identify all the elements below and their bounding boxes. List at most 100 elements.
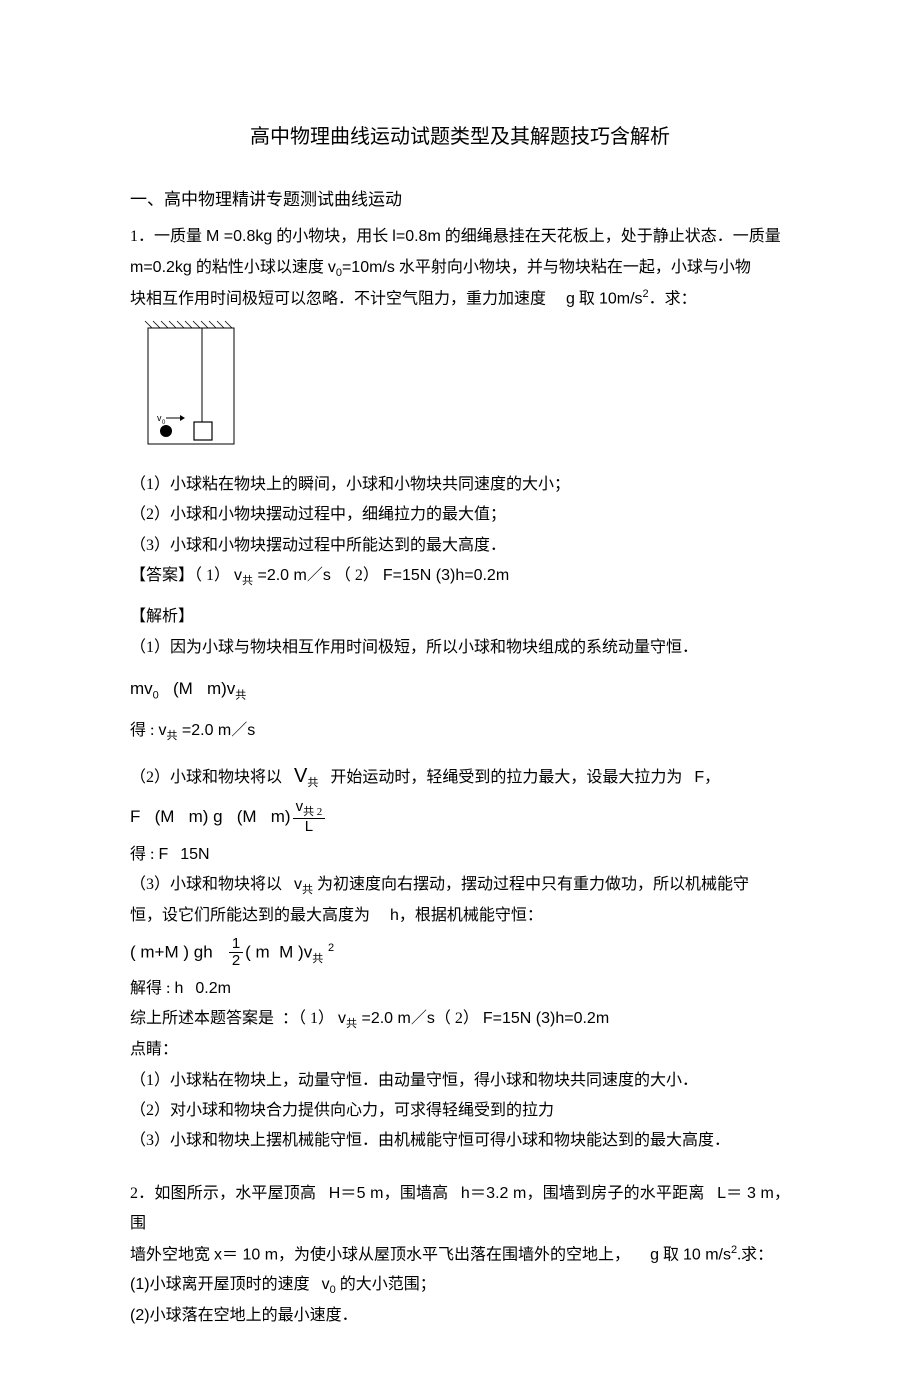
text: 小球离开屋顶时的速度 bbox=[150, 1276, 310, 1293]
result-1: 得 : v共 =2.0 m／s bbox=[130, 716, 790, 747]
hint-2: （2）对小球和物块合力提供向心力，可求得轻绳受到的拉力 bbox=[130, 1096, 790, 1126]
q1-stem-line3: 块相互作用时间极短可以忽略．不计空气阻力，重力加速度 g 取 10m/s2．求： bbox=[130, 284, 790, 315]
den: 2 bbox=[229, 953, 243, 970]
sub: 共 bbox=[302, 884, 313, 896]
var: F bbox=[158, 846, 168, 863]
formula-tension: F (M m) g (M m)v共 2L bbox=[130, 799, 790, 836]
num: (1) bbox=[130, 1276, 150, 1293]
text: ，围墙到房子的水平距离 bbox=[526, 1185, 704, 1202]
val: =2.0 m／s bbox=[357, 1010, 435, 1027]
result-2: 得 : F 15N bbox=[130, 840, 790, 870]
text: 2．如图所示，水平屋顶高 bbox=[130, 1185, 316, 1202]
sub: 0 bbox=[153, 689, 159, 701]
term: mv bbox=[130, 679, 153, 698]
val-H: H＝5 m bbox=[329, 1185, 384, 1202]
var: v bbox=[338, 1010, 346, 1027]
section-heading: 一、高中物理精讲专题测试曲线运动 bbox=[130, 184, 790, 216]
text: 得 : bbox=[130, 846, 158, 863]
text: 综上所述本题答案是 bbox=[130, 1010, 274, 1027]
term: m)v bbox=[207, 679, 235, 698]
formula-energy: ( m+M ) gh 12( m M )v共 2 bbox=[130, 936, 790, 970]
val: =2.0 m／s bbox=[177, 722, 255, 739]
var-g: g bbox=[650, 1246, 659, 1263]
text: 为初速度向右摆动，摆动过程中只有重力做功，所以机械能守 bbox=[313, 876, 749, 893]
term: m) bbox=[271, 807, 291, 826]
q2-line1: 2．如图所示，水平屋顶高 H＝5 m，围墙高 h＝3.2 m，围墙到房子的水平距… bbox=[130, 1179, 790, 1240]
term: ( m bbox=[245, 942, 270, 961]
term: (M bbox=[173, 679, 193, 698]
val-L: L＝ 3 m bbox=[717, 1185, 774, 1202]
val: F=15N (3)h=0.2m bbox=[383, 567, 509, 584]
q2-sub2: (2)小球落在空地上的最小速度． bbox=[130, 1301, 790, 1331]
var: v bbox=[322, 1276, 330, 1293]
text: ：（ 1） bbox=[282, 1010, 338, 1027]
val-v0: =10m/s bbox=[342, 259, 395, 276]
var-M: M =0.8kg bbox=[206, 228, 272, 245]
q1-sub2: （2）小球和小物块摆动过程中，细绳拉力的最大值； bbox=[130, 500, 790, 530]
text: （3）小球和物块将以 bbox=[130, 876, 282, 893]
text: 1．一质量 bbox=[130, 228, 206, 245]
val-g: 10m/s bbox=[599, 290, 643, 307]
hint-label: 点睛： bbox=[130, 1035, 790, 1065]
val: 0.2m bbox=[195, 980, 231, 997]
text: ．求： bbox=[649, 290, 697, 307]
val-x: x＝ 10 m bbox=[214, 1246, 278, 1263]
answer-line: 【答案】（ 1） v共 =2.0 m／s （ 2） F=15N (3)h=0.2… bbox=[130, 561, 790, 592]
text: ，根据机械能守恒： bbox=[399, 907, 543, 924]
val: F=15N (3)h=0.2m bbox=[483, 1010, 609, 1027]
analysis-1: （1）因为小球与物块相互作用时间极短，所以小球和物块组成的系统动量守恒． bbox=[130, 633, 790, 663]
q1-sub1: （1）小球粘在物块上的瞬间，小球和小物块共同速度的大小； bbox=[130, 470, 790, 500]
val: 15N bbox=[180, 846, 209, 863]
text: 取 bbox=[575, 290, 599, 307]
result-3: 解得 : h 0.2m bbox=[130, 974, 790, 1004]
q1-sub3: （3）小球和小物块摆动过程中所能达到的最大高度． bbox=[130, 531, 790, 561]
term: (M bbox=[237, 807, 257, 826]
q2-sub1: (1)小球离开屋顶时的速度 v0 的大小范围； bbox=[130, 1270, 790, 1301]
num-sub: 共 2 bbox=[303, 806, 322, 818]
formula-momentum: mv0 (M m)v共 bbox=[130, 673, 790, 706]
var-v: v bbox=[234, 567, 242, 584]
var-g: g bbox=[566, 290, 575, 307]
var-l: l=0.8m bbox=[392, 228, 440, 245]
var-v: v bbox=[328, 259, 336, 276]
text: 的细绳悬挂在天花板上，处于静止状态．一质量 bbox=[441, 228, 781, 245]
sub: 共 bbox=[242, 575, 253, 587]
text: 小球落在空地上的最小速度． bbox=[150, 1307, 358, 1324]
text: ， bbox=[704, 769, 720, 786]
answer-label: 【答案】 bbox=[130, 567, 194, 584]
sub: 共 bbox=[235, 689, 246, 701]
val: =2.0 m／s bbox=[253, 567, 331, 584]
num: 1 bbox=[229, 936, 243, 954]
text: 的大小范围； bbox=[336, 1276, 436, 1293]
text: .求： bbox=[737, 1246, 773, 1263]
sub: 共 bbox=[307, 777, 318, 789]
summary: 综上所述本题答案是 ：（ 1） v共 =2.0 m／s（ 2） F=15N (3… bbox=[130, 1004, 790, 1035]
term: m) g bbox=[189, 807, 223, 826]
text: ，为使小球从屋顶水平飞出落在围墙外的空地上， bbox=[278, 1246, 630, 1263]
text: （2）小球和物块将以 bbox=[130, 769, 282, 786]
num: (2) bbox=[130, 1307, 150, 1324]
hint-3: （3）小球和物块上摆机械能守恒．由机械能守恒可得小球和物块能达到的最大高度． bbox=[130, 1126, 790, 1156]
var-F: F bbox=[694, 769, 704, 786]
text: ，围墙高 bbox=[383, 1185, 448, 1202]
pendulum-diagram: v 0 bbox=[130, 320, 790, 461]
text: 恒，设它们所能达到的最大高度为 bbox=[130, 907, 370, 924]
analysis-3a: （3）小球和物块将以 v共 为初速度向右摆动，摆动过程中只有重力做功，所以机械能… bbox=[130, 870, 790, 901]
q1-stem-line1: 1．一质量 M =0.8kg 的小物块，用长 l=0.8m 的细绳悬挂在天花板上… bbox=[130, 222, 790, 252]
text: 开始运动时，轻绳受到的拉力最大，设最大拉力为 bbox=[330, 769, 682, 786]
analysis-3b: 恒，设它们所能达到的最大高度为 h，根据机械能守恒： bbox=[130, 901, 790, 931]
hint-1: （1）小球粘在物块上，动量守恒．由动量守恒，得小球和物块共同速度的大小． bbox=[130, 1066, 790, 1096]
var: v bbox=[294, 876, 302, 893]
fraction-half: 12 bbox=[229, 936, 243, 970]
sub: 共 bbox=[312, 953, 323, 965]
val-h: h＝3.2 m bbox=[461, 1185, 526, 1202]
var-V: V bbox=[294, 765, 307, 787]
term: (M bbox=[155, 807, 175, 826]
text: 的粘性小球以速度 bbox=[192, 259, 328, 276]
text: 解得 : bbox=[130, 980, 174, 997]
q2-line2: 墙外空地宽 x＝ 10 m，为使小球从屋顶水平飞出落在围墙外的空地上， g 取 … bbox=[130, 1240, 790, 1271]
term: M )v bbox=[279, 942, 312, 961]
term: ( m+M ) gh bbox=[130, 942, 213, 961]
text: 块相互作用时间极短可以忽略．不计空气阻力，重力加速度 bbox=[130, 290, 546, 307]
var-h: h bbox=[390, 907, 399, 924]
